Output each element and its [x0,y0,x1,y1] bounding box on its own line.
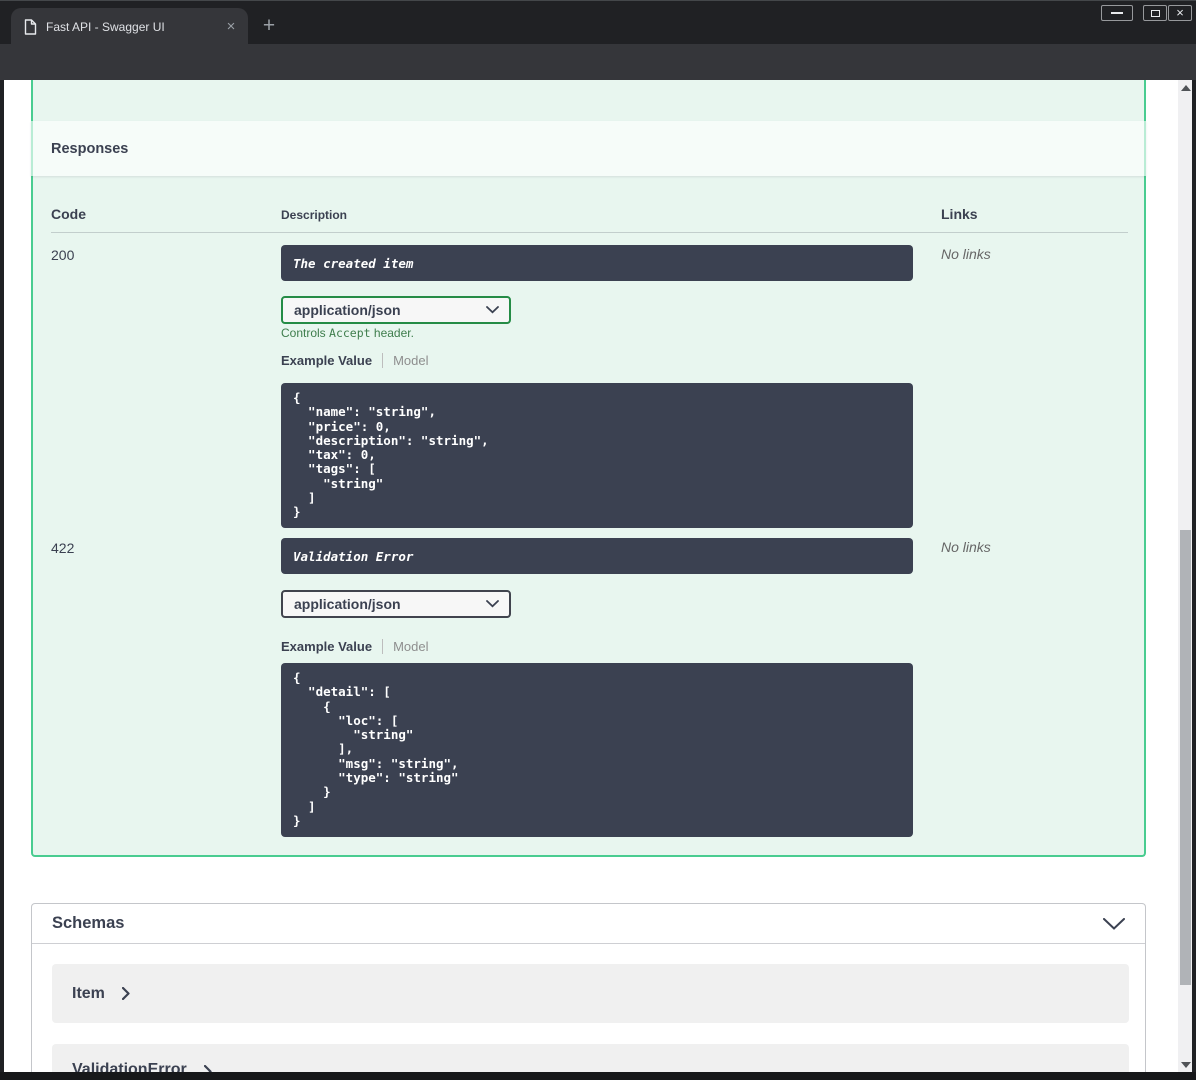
responses-title: Responses [51,140,129,157]
minimize-icon [1111,12,1123,14]
browser-window: Fast API - Swagger UI × + × Responses Co… [0,0,1196,1080]
schema-model-item[interactable]: Item [52,964,1129,1023]
media-type-select-422[interactable]: application/json [281,590,511,618]
window-border-left [0,80,4,1080]
window-border-right [1192,80,1196,1080]
table-header-divider [51,232,1128,233]
maximize-icon [1150,9,1160,17]
chevron-down-icon [486,306,499,314]
schemas-header[interactable]: Schemas [32,904,1145,944]
responses-section-header: Responses [31,121,1146,176]
schemas-section: Schemas Item ValidationError [31,903,1146,1080]
tab-separator [382,639,384,654]
chevron-right-icon [121,987,130,1000]
response-links-200: No links [941,246,991,262]
response-description-200: The created item [281,245,913,281]
column-header-description: Description [281,208,348,222]
tab-separator [382,353,384,368]
new-tab-button[interactable]: + [256,13,282,39]
window-border-bottom [0,1072,1196,1080]
window-close-button[interactable]: × [1168,5,1192,21]
scrollbar-down-icon[interactable] [1181,1062,1191,1068]
scrollbar-up-icon[interactable] [1181,85,1191,91]
schemas-title: Schemas [52,914,125,932]
window-minimize-button[interactable] [1101,5,1133,21]
tab-example-value[interactable]: Example Value [281,639,372,654]
example-json-422: { "detail": [ { "loc": [ "string" ], "ms… [281,663,913,837]
example-json-200: { "name": "string", "price": 0, "descrip… [281,383,913,528]
scrollbar-thumb[interactable] [1180,530,1191,985]
media-type-value: application/json [294,302,401,318]
example-model-tabs-422: Example Value Model [281,639,428,654]
tab-title: Fast API - Swagger UI [46,19,165,34]
tab-strip: Fast API - Swagger UI × + × [0,0,1196,45]
example-model-tabs-200: Example Value Model [281,353,428,368]
accept-note-text: header. [370,326,414,340]
column-header-code: Code [51,206,86,222]
response-description-422: Validation Error [281,538,913,574]
media-type-value: application/json [294,596,401,612]
column-header-links: Links [941,206,978,222]
tab-close-icon[interactable]: × [222,18,240,36]
model-name: Item [72,984,105,1002]
accept-header-note: Controls Accept header. [281,326,414,340]
tab-example-value[interactable]: Example Value [281,353,372,368]
response-links-422: No links [941,539,991,555]
chevron-down-icon[interactable] [1103,917,1125,930]
document-favicon-icon [24,18,37,35]
tab-model[interactable]: Model [393,639,428,654]
response-code-200: 200 [51,247,75,263]
browser-tab[interactable]: Fast API - Swagger UI × [11,8,248,45]
accept-note-text: Controls [281,326,330,340]
accept-note-code: Accept [329,326,371,340]
response-code-422: 422 [51,540,75,556]
media-type-select-200[interactable]: application/json [281,296,511,324]
tab-model[interactable]: Model [393,353,428,368]
window-maximize-button[interactable] [1143,5,1167,21]
window-close-icon: × [1176,5,1184,20]
chevron-down-icon [486,600,499,608]
browser-toolbar: 127.0.0.1:8000/docs ☆ [0,44,1196,120]
